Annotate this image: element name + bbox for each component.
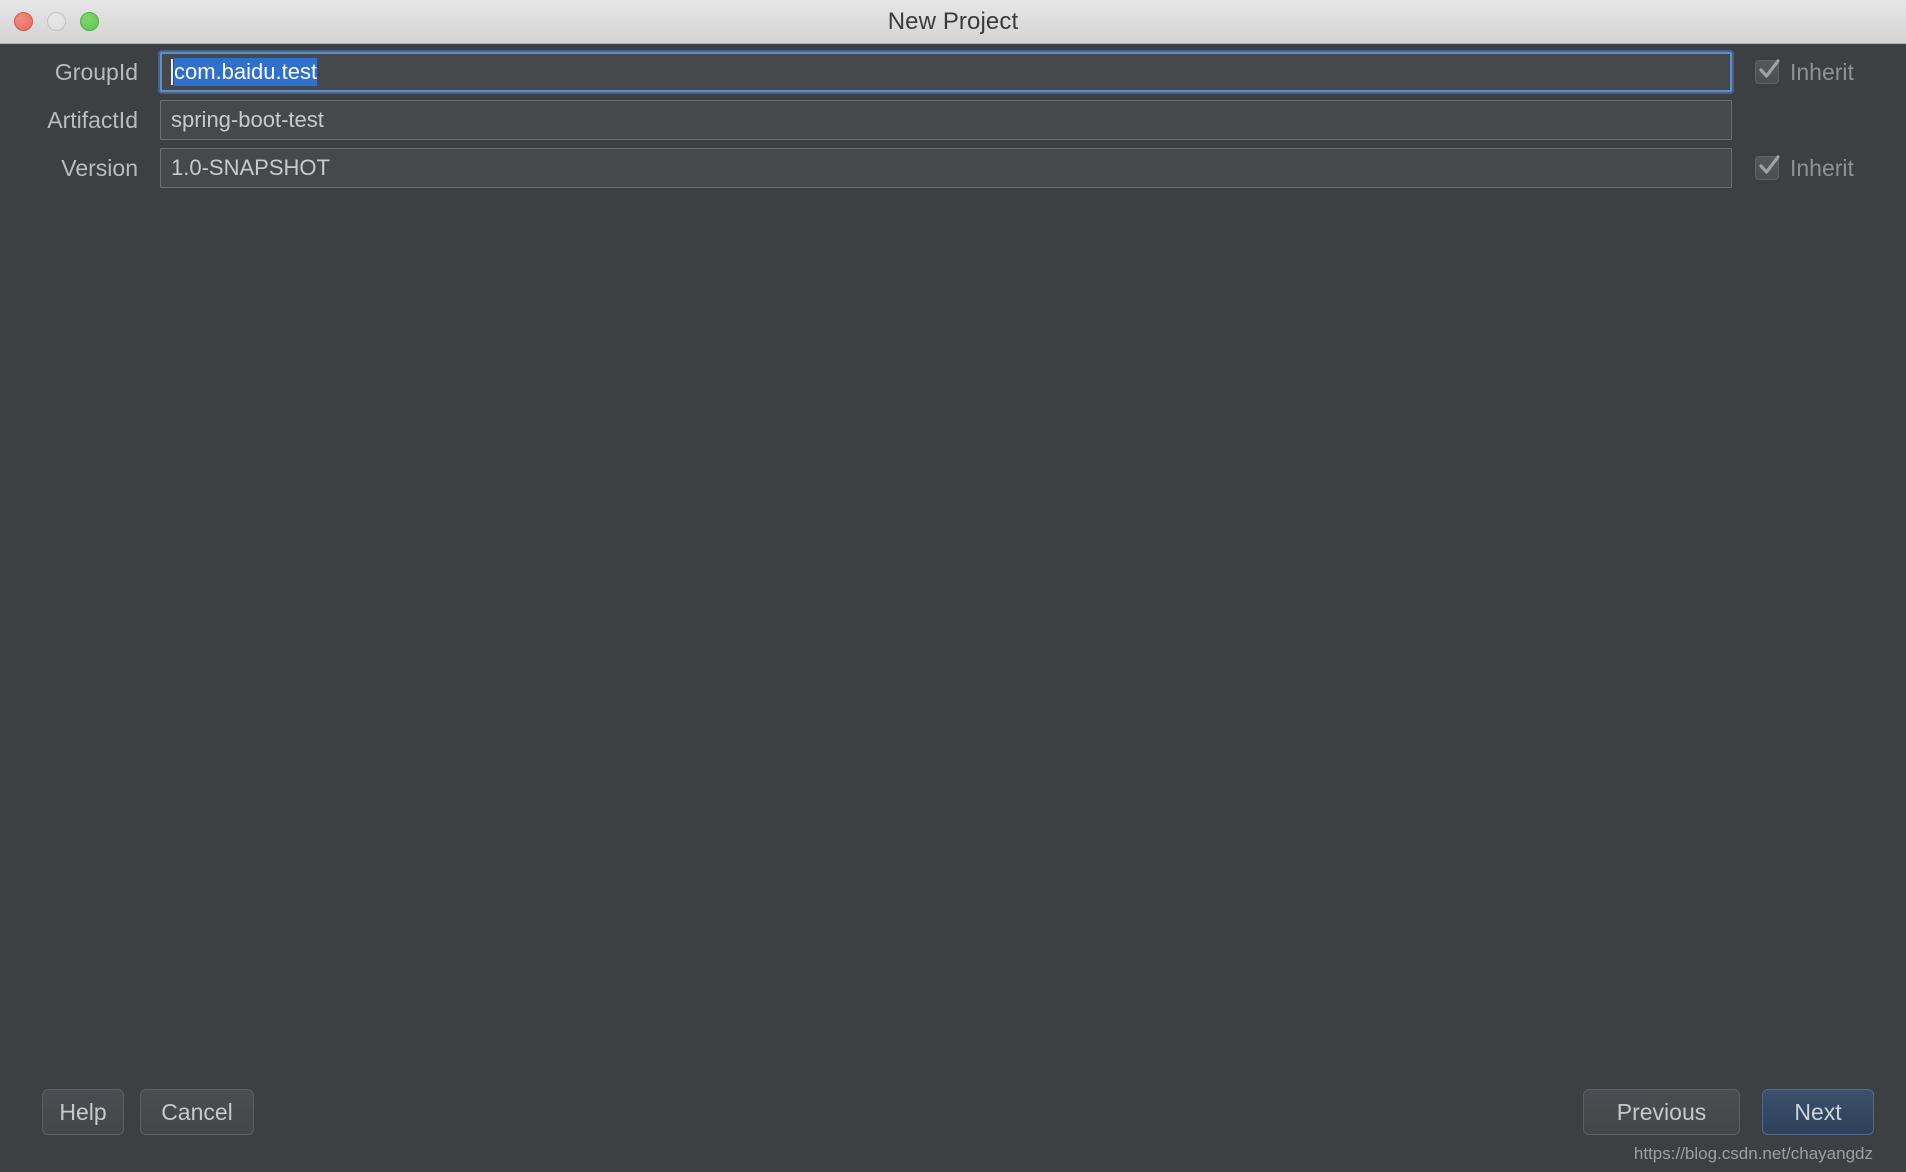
checkmark-icon	[1759, 155, 1780, 174]
form-row-groupid: GroupId com.baidu.test Inherit	[0, 50, 1906, 94]
traffic-light-group	[14, 12, 99, 31]
version-label: Version	[61, 154, 138, 181]
form-row-artifactid: ArtifactId spring-boot-test	[0, 98, 1906, 142]
dialog-body: GroupId com.baidu.test Inherit ArtifactI…	[0, 44, 1906, 1172]
checkmark-icon	[1759, 59, 1780, 78]
watermark-text: https://blog.csdn.net/chayangdz	[1633, 1144, 1873, 1163]
form-row-version: Version 1.0-SNAPSHOT Inherit	[0, 146, 1906, 190]
help-button[interactable]: Help	[42, 1089, 124, 1135]
version-inherit-checkbox[interactable]: Inherit	[1755, 155, 1854, 182]
text-caret	[171, 59, 173, 85]
artifactid-input-value: spring-boot-test	[171, 107, 324, 132]
close-window-icon[interactable]	[14, 12, 33, 31]
next-button[interactable]: Next	[1762, 1089, 1874, 1135]
checkbox-checked-icon	[1755, 59, 1780, 84]
previous-button[interactable]: Previous	[1583, 1089, 1740, 1135]
minimize-window-icon[interactable]	[47, 12, 66, 31]
groupid-inherit-label: Inherit	[1790, 58, 1854, 85]
version-input[interactable]: 1.0-SNAPSHOT	[160, 148, 1732, 188]
title-bar: New Project	[0, 0, 1906, 44]
artifactid-input[interactable]: spring-boot-test	[160, 100, 1732, 140]
checkbox-checked-icon	[1755, 155, 1780, 180]
cancel-button[interactable]: Cancel	[140, 1089, 254, 1135]
artifactid-label: ArtifactId	[47, 106, 138, 133]
version-inherit-label: Inherit	[1790, 154, 1854, 181]
maximize-window-icon[interactable]	[80, 12, 99, 31]
new-project-dialog: New Project GroupId com.baidu.test Inher…	[0, 0, 1906, 1172]
groupid-input[interactable]: com.baidu.test	[160, 52, 1732, 92]
groupid-input-value: com.baidu.test	[174, 58, 318, 86]
project-coordinates-form: GroupId com.baidu.test Inherit ArtifactI…	[0, 50, 1906, 194]
version-input-value: 1.0-SNAPSHOT	[171, 155, 330, 180]
groupid-label: GroupId	[54, 58, 138, 85]
window-title: New Project	[887, 7, 1019, 35]
groupid-inherit-checkbox[interactable]: Inherit	[1755, 59, 1854, 86]
dialog-footer: Help Cancel Previous Next https://blog.c…	[0, 1060, 1906, 1172]
